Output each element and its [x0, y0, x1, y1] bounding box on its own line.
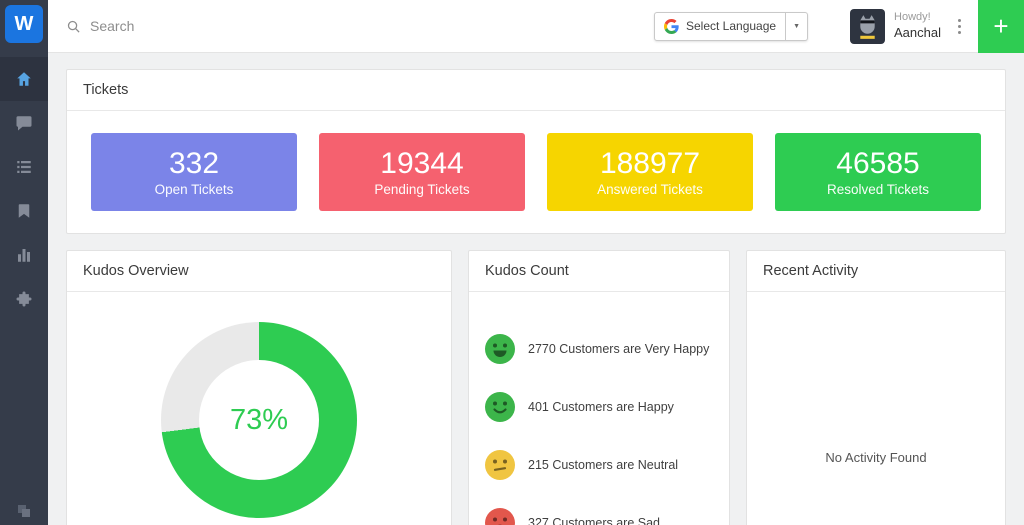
cards-row: Kudos Overview 73% Kudos Count: [66, 250, 1006, 525]
sidebar: W: [0, 0, 48, 525]
kebab-menu-icon[interactable]: [955, 15, 964, 38]
recent-activity-title: Recent Activity: [747, 251, 1005, 292]
very-happy-face-icon: [485, 334, 515, 364]
kudos-overview-title: Kudos Overview: [67, 251, 451, 292]
kudos-item-sad: 327 Customers are Sad: [485, 508, 713, 525]
kudos-item-text: 215 Customers are Neutral: [528, 458, 678, 472]
app-logo[interactable]: W: [5, 5, 43, 43]
main-area: Select Language ▼ Howdy!: [48, 0, 1024, 525]
kudos-donut: 73%: [161, 322, 357, 518]
greeting: Howdy!: [894, 11, 931, 25]
sad-face-icon: [485, 508, 515, 525]
avatar: [850, 9, 885, 44]
stat-label: Pending Tickets: [374, 182, 469, 197]
kudos-item-text: 401 Customers are Happy: [528, 400, 674, 414]
puzzle-icon: [15, 290, 33, 308]
home-icon: [15, 70, 33, 88]
stat-label: Open Tickets: [155, 182, 234, 197]
search-box[interactable]: [66, 18, 654, 34]
stat-value: 188977: [600, 147, 700, 182]
kudos-count-title: Kudos Count: [469, 251, 729, 292]
topbar: Select Language ▼ Howdy!: [48, 0, 1024, 53]
stat-value: 46585: [836, 147, 919, 182]
kudos-overview-panel: Kudos Overview 73%: [66, 250, 452, 525]
app-window: W: [0, 0, 1024, 525]
chat-icon: [15, 114, 33, 132]
logo-letter: W: [15, 13, 34, 36]
stat-resolved-tickets[interactable]: 46585 Resolved Tickets: [775, 133, 981, 211]
stat-pending-tickets[interactable]: 19344 Pending Tickets: [319, 133, 525, 211]
search-input[interactable]: [90, 18, 390, 34]
search-icon: [66, 19, 81, 34]
stat-value: 19344: [380, 147, 463, 182]
topbar-right: Select Language ▼ Howdy!: [654, 0, 1024, 52]
sidebar-item-home[interactable]: [0, 57, 48, 101]
sidebar-item-puzzle[interactable]: [0, 277, 48, 321]
kudos-item-text: 327 Customers are Sad: [528, 516, 660, 525]
google-icon: [664, 19, 679, 34]
stat-open-tickets[interactable]: 332 Open Tickets: [91, 133, 297, 211]
tickets-title: Tickets: [67, 70, 1005, 111]
kudos-item-happy: 401 Customers are Happy: [485, 392, 713, 422]
kudos-count-panel: Kudos Count 2770 Customers are Very Happ…: [468, 250, 730, 525]
stat-label: Answered Tickets: [597, 182, 703, 197]
list-icon: [15, 158, 33, 176]
language-selector-label: Select Language: [686, 19, 776, 33]
language-selector[interactable]: Select Language ▼: [654, 12, 808, 41]
sidebar-item-chat[interactable]: [0, 101, 48, 145]
user-menu[interactable]: Howdy! Aanchal: [850, 9, 941, 44]
happy-face-icon: [485, 392, 515, 422]
stat-label: Resolved Tickets: [827, 182, 929, 197]
kudos-item-very-happy: 2770 Customers are Very Happy: [485, 334, 713, 364]
sidebar-footer-button[interactable]: [0, 503, 48, 519]
content: Tickets 332 Open Tickets 19344 Pending T…: [48, 53, 1024, 525]
stat-answered-tickets[interactable]: 188977 Answered Tickets: [547, 133, 753, 211]
kudos-item-neutral: 215 Customers are Neutral: [485, 450, 713, 480]
neutral-face-icon: [485, 450, 515, 480]
user-text: Howdy! Aanchal: [894, 11, 941, 41]
tickets-panel: Tickets 332 Open Tickets 19344 Pending T…: [66, 69, 1006, 234]
kudos-percent-label: 73%: [161, 322, 357, 518]
bookmark-icon: [15, 202, 33, 220]
empty-state-text: No Activity Found: [825, 450, 926, 465]
username: Aanchal: [894, 25, 941, 41]
tickets-stats: 332 Open Tickets 19344 Pending Tickets 1…: [67, 111, 1005, 233]
recent-activity-panel: Recent Activity No Activity Found: [746, 250, 1006, 525]
add-button[interactable]: +: [978, 0, 1024, 53]
kudos-item-text: 2770 Customers are Very Happy: [528, 342, 709, 356]
sidebar-item-bookmark[interactable]: [0, 189, 48, 233]
sidebar-item-list[interactable]: [0, 145, 48, 189]
overlap-squares-icon: [16, 503, 32, 519]
bar-chart-icon: [15, 246, 33, 264]
sidebar-item-bar-chart[interactable]: [0, 233, 48, 277]
chevron-down-icon: ▼: [785, 13, 807, 40]
stat-value: 332: [169, 147, 219, 182]
